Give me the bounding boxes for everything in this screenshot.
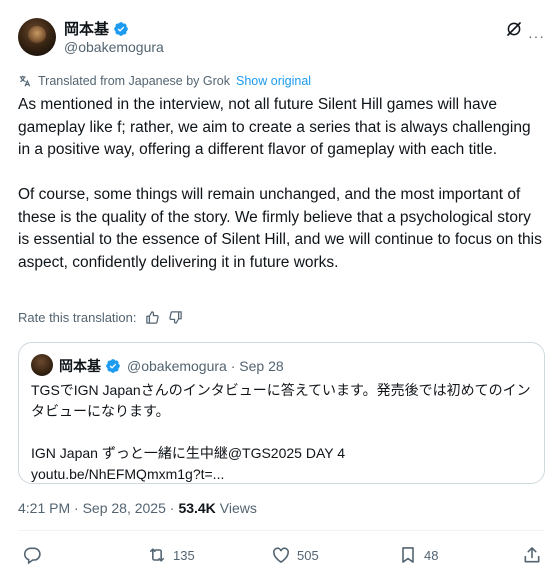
- bookmark-count: 48: [424, 547, 439, 563]
- verified-badge-icon: [114, 21, 128, 36]
- translation-notice-text: Translated from Japanese by Grok: [38, 74, 230, 88]
- bookmark-icon: [402, 547, 414, 563]
- divider: [18, 530, 545, 531]
- share-icon: [524, 547, 540, 563]
- post-timestamp[interactable]: 4:21 PM · Sep 28, 2025 ·: [18, 500, 174, 516]
- quoted-handle-date: @obakemogura · Sep 28: [127, 358, 284, 374]
- quoted-author-avatar: [31, 354, 53, 376]
- grok-icon[interactable]: [505, 20, 523, 38]
- post-paragraph-1: As mentioned in the interview, not all f…: [18, 96, 531, 158]
- reply-button[interactable]: [22, 545, 42, 565]
- quoted-link: youtu.be/NhEFMQmxm1g?t=...: [31, 466, 225, 482]
- like-icon: [273, 547, 289, 564]
- show-original-link[interactable]: Show original: [236, 74, 311, 88]
- views-label: Views: [219, 500, 257, 516]
- rate-translation: Rate this translation:: [18, 310, 183, 325]
- quoted-post-header: 岡本基 @obakemogura · Sep 28: [59, 356, 284, 376]
- repost-icon: [149, 548, 165, 562]
- post-text: As mentioned in the interview, not all f…: [18, 94, 543, 274]
- thumbs-down-icon[interactable]: [168, 310, 183, 325]
- more-options-icon[interactable]: ···: [528, 28, 545, 44]
- thumbs-up-icon[interactable]: [145, 310, 160, 325]
- translation-notice: Translated from Japanese by Grok Show or…: [18, 74, 311, 88]
- repost-count: 135: [173, 547, 195, 563]
- post-meta: 4:21 PM · Sep 28, 2025 · 53.4K Views: [18, 500, 257, 516]
- author-display-name[interactable]: 岡本基: [64, 18, 109, 39]
- rate-translation-label: Rate this translation:: [18, 310, 137, 325]
- author-avatar[interactable]: [18, 18, 56, 56]
- repost-button[interactable]: 135: [147, 545, 195, 565]
- author-name-row: 岡本基: [64, 18, 129, 39]
- quoted-post-text: TGSでIGN Japanさんのインタビューに答えています。発売後では初めてのイ…: [31, 380, 536, 485]
- bookmark-button[interactable]: 48: [398, 545, 438, 565]
- translate-icon: [19, 75, 31, 87]
- quoted-post[interactable]: 岡本基 @obakemogura · Sep 28 TGSでIGN Japanさ…: [18, 342, 545, 484]
- share-button[interactable]: [522, 545, 542, 565]
- quoted-line-1: TGSでIGN Japanさんのインタビューに答えています。発売後では初めてのイ…: [31, 382, 531, 419]
- views-count: 53.4K: [178, 500, 216, 516]
- post-paragraph-2: Of course, some things will remain uncha…: [18, 186, 542, 271]
- reply-icon: [23, 547, 41, 565]
- like-count: 505: [297, 547, 319, 563]
- verified-badge-icon: [106, 359, 120, 373]
- action-bar: 135 505 48: [0, 545, 549, 569]
- like-button[interactable]: 505: [271, 545, 319, 565]
- quoted-line-2: IGN Japan ずっと一緒に生中継@TGS2025 DAY 4: [31, 445, 346, 461]
- author-handle[interactable]: @obakemogura: [64, 39, 164, 55]
- quoted-author-name: 岡本基: [59, 358, 101, 374]
